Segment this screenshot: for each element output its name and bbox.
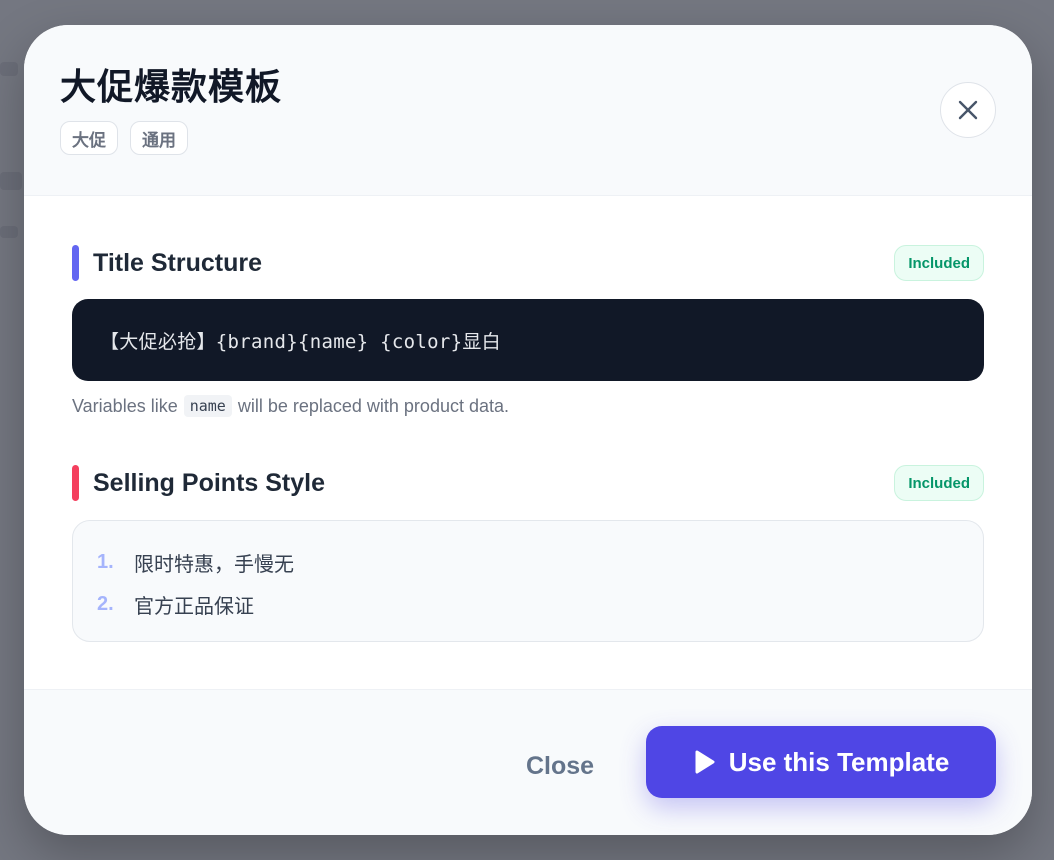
section-accent-bar [72, 245, 79, 281]
tag-list: 大促 通用 [60, 121, 188, 155]
cancel-button[interactable]: Close [506, 742, 614, 790]
tag: 大促 [60, 121, 118, 155]
template-modal: 大促爆款模板 大促 通用 Title Structure Included 【大… [24, 25, 1032, 835]
hint-text: Variables like [72, 395, 178, 416]
tag: 通用 [130, 121, 188, 155]
hint-text: will be replaced with product data. [237, 395, 509, 416]
selling-points-header: Selling Points Style Included [72, 465, 984, 501]
selling-points-list: 1. 限时特惠，手慢无 2. 官方正品保证 [72, 520, 984, 642]
status-badge: Included [894, 245, 984, 281]
list-item-number: 1. [97, 550, 114, 573]
hint-variable: name [183, 395, 232, 417]
close-button[interactable] [940, 82, 996, 138]
play-icon [693, 750, 715, 774]
list-item: 2. 官方正品保证 [97, 583, 983, 625]
modal-header: 大促爆款模板 大促 通用 [24, 25, 1032, 196]
list-item-text: 限时特惠，手慢无 [134, 553, 294, 576]
use-template-label: Use this Template [728, 746, 950, 777]
use-template-button[interactable]: Use this Template [646, 726, 996, 798]
close-icon [958, 100, 978, 120]
title-structure-header: Title Structure Included [72, 245, 984, 281]
section-title: Title Structure [93, 248, 263, 277]
section-title: Selling Points Style [93, 468, 325, 497]
list-item-text: 官方正品保证 [134, 595, 254, 618]
section-accent-bar [72, 465, 79, 501]
list-item: 1. 限时特惠，手慢无 [97, 541, 983, 583]
list-item-number: 2. [97, 592, 114, 615]
modal-title: 大促爆款模板 [60, 66, 283, 107]
modal-footer: Close Use this Template [24, 689, 1032, 835]
status-badge: Included [894, 465, 984, 501]
variables-hint: Variables like name will be replaced wit… [72, 393, 509, 419]
title-template-code: 【大促必抢】{brand}{name} {color}显白 [72, 299, 984, 381]
